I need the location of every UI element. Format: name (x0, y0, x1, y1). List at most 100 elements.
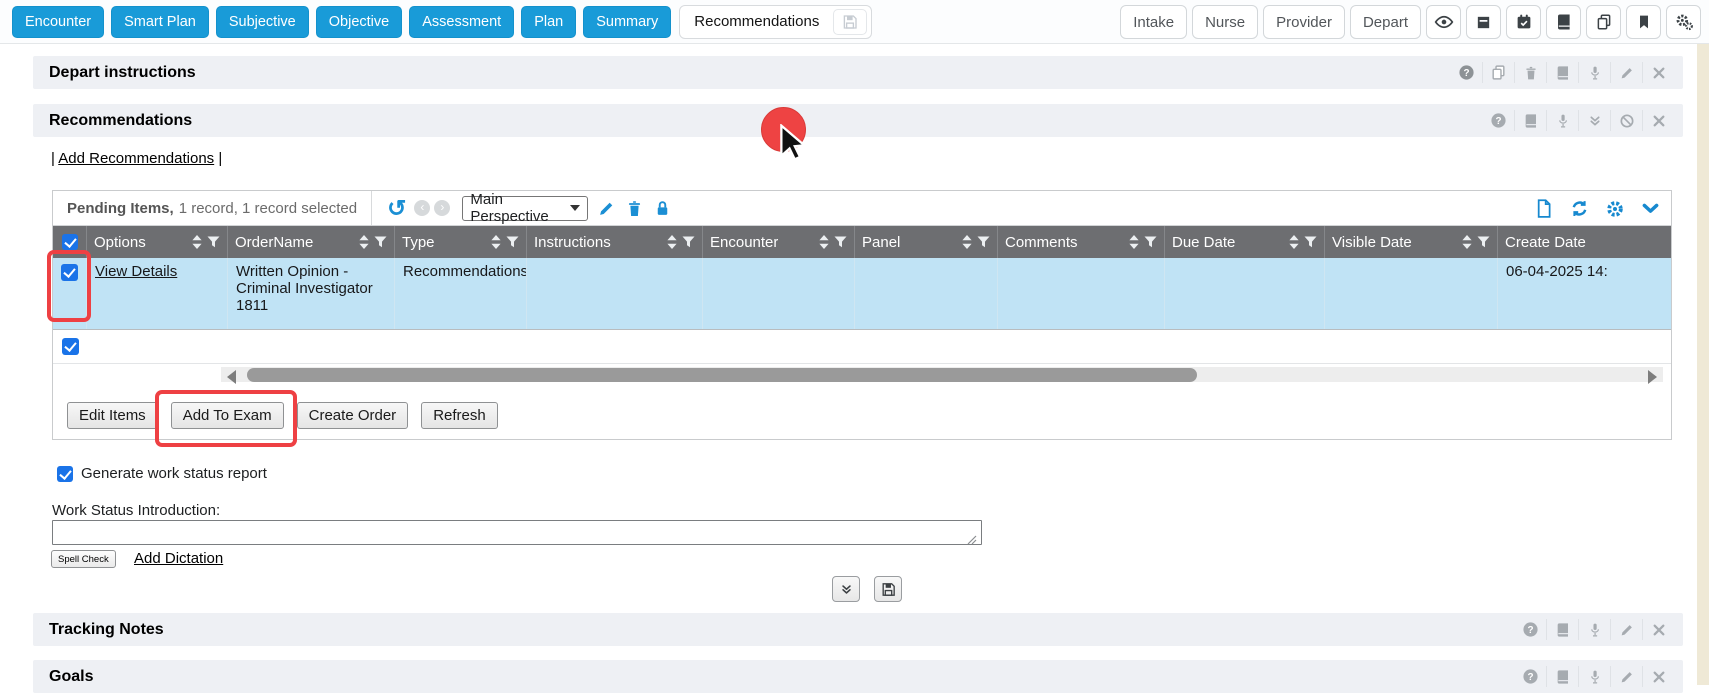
block-icon[interactable] (1610, 110, 1642, 131)
page-next-icon[interactable]: › (434, 200, 450, 216)
microphone-icon[interactable] (1578, 619, 1610, 640)
microphone-icon[interactable] (1578, 666, 1610, 687)
sort-icon[interactable] (1289, 235, 1299, 249)
intake-button[interactable]: Intake (1120, 5, 1187, 39)
lock-icon[interactable] (653, 199, 672, 218)
scroll-right-arrow-icon[interactable] (1648, 370, 1657, 384)
microphone-icon[interactable] (1546, 110, 1578, 131)
col-type[interactable]: Type (395, 226, 527, 258)
chevrons-down-icon[interactable] (1578, 110, 1610, 131)
tab-encounter[interactable]: Encounter (12, 6, 104, 38)
book-button[interactable] (1546, 5, 1581, 39)
gear-icon[interactable] (1605, 199, 1625, 219)
refresh-icon[interactable] (1569, 198, 1590, 219)
copy-icon[interactable] (1482, 62, 1514, 83)
filter-icon[interactable] (834, 236, 847, 248)
tab-objective[interactable]: Objective (316, 6, 402, 38)
bookmark-button[interactable] (1626, 5, 1661, 39)
trash-icon[interactable] (1514, 62, 1546, 83)
col-instructions[interactable]: Instructions (527, 226, 703, 258)
book-icon[interactable] (1546, 666, 1578, 687)
table-row[interactable]: View Details Written Opinion - Criminal … (53, 258, 1671, 330)
col-due-date[interactable]: Due Date (1165, 226, 1325, 258)
filter-icon[interactable] (977, 236, 990, 248)
scroll-left-arrow-icon[interactable] (227, 370, 236, 384)
refresh-button[interactable]: Refresh (421, 402, 498, 429)
sort-icon[interactable] (819, 235, 829, 249)
view-details-link[interactable]: View Details (95, 263, 177, 280)
perspective-select[interactable]: Main Perspective (462, 196, 588, 221)
calendar-button[interactable] (1506, 5, 1541, 39)
help-icon[interactable]: ? (1482, 110, 1514, 131)
scrollbar-track[interactable] (221, 367, 1663, 382)
provider-button[interactable]: Provider (1263, 5, 1345, 39)
eye-button[interactable] (1426, 5, 1461, 39)
save-tab-button[interactable] (833, 9, 867, 35)
pencil-icon[interactable] (1610, 62, 1642, 83)
help-icon[interactable]: ? (1514, 666, 1546, 687)
book-icon[interactable] (1546, 62, 1578, 83)
col-visible-date[interactable]: Visible Date (1325, 226, 1498, 258)
add-recommendations-link[interactable]: Add Recommendations (58, 150, 214, 167)
undo-icon[interactable]: ↺ (387, 198, 406, 218)
filter-icon[interactable] (207, 236, 220, 248)
help-icon[interactable]: ? (1450, 62, 1482, 83)
help-icon[interactable]: ? (1514, 619, 1546, 640)
sort-icon[interactable] (1462, 235, 1472, 249)
close-icon[interactable] (1642, 666, 1674, 687)
pencil-icon[interactable] (597, 199, 616, 218)
expand-more-button[interactable] (832, 576, 860, 602)
edit-items-button[interactable]: Edit Items (67, 402, 158, 429)
add-dictation-link[interactable]: Add Dictation (134, 550, 223, 567)
sort-icon[interactable] (962, 235, 972, 249)
tab-summary[interactable]: Summary (583, 6, 671, 38)
close-icon[interactable] (1642, 62, 1674, 83)
tab-plan[interactable]: Plan (521, 6, 576, 38)
save-button[interactable] (874, 576, 902, 602)
new-row-checkbox[interactable] (62, 338, 79, 355)
book-icon[interactable] (1546, 619, 1578, 640)
filter-icon[interactable] (1477, 236, 1490, 248)
work-status-intro-input[interactable] (52, 520, 982, 545)
close-icon[interactable] (1642, 110, 1674, 131)
spell-check-button[interactable]: Spell Check (51, 550, 116, 568)
col-options[interactable]: Options (87, 226, 228, 258)
nurse-button[interactable]: Nurse (1192, 5, 1258, 39)
col-create-date[interactable]: Create Date (1498, 226, 1671, 258)
depart-button[interactable]: Depart (1350, 5, 1421, 39)
sort-icon[interactable] (1129, 235, 1139, 249)
filter-icon[interactable] (1304, 236, 1317, 248)
microphone-icon[interactable] (1578, 62, 1610, 83)
pencil-icon[interactable] (1610, 666, 1642, 687)
tab-recommendations-active[interactable]: Recommendations (679, 5, 872, 39)
book-icon[interactable] (1514, 110, 1546, 131)
col-comments[interactable]: Comments (998, 226, 1165, 258)
col-panel[interactable]: Panel (855, 226, 998, 258)
close-icon[interactable] (1642, 619, 1674, 640)
sort-icon[interactable] (192, 235, 202, 249)
filter-icon[interactable] (682, 236, 695, 248)
tab-assessment[interactable]: Assessment (409, 6, 514, 38)
chevron-down-icon[interactable] (1640, 198, 1661, 219)
filter-icon[interactable] (506, 236, 519, 248)
settings-button[interactable] (1666, 5, 1701, 39)
filter-icon[interactable] (1144, 236, 1157, 248)
tab-subjective[interactable]: Subjective (216, 6, 309, 38)
sort-icon[interactable] (667, 235, 677, 249)
filter-icon[interactable] (374, 236, 387, 248)
new-document-icon[interactable] (1533, 198, 1554, 219)
sort-icon[interactable] (359, 235, 369, 249)
tab-smart-plan[interactable]: Smart Plan (111, 6, 209, 38)
generate-work-status-checkbox[interactable] (57, 466, 73, 482)
trash-icon[interactable] (625, 199, 644, 218)
col-ordername[interactable]: OrderName (228, 226, 395, 258)
col-encounter[interactable]: Encounter (703, 226, 855, 258)
pencil-icon[interactable] (1610, 619, 1642, 640)
copy-button[interactable] (1586, 5, 1621, 39)
create-order-button[interactable]: Create Order (297, 402, 409, 429)
select-all-checkbox[interactable] (62, 234, 78, 250)
sort-icon[interactable] (491, 235, 501, 249)
archive-button[interactable] (1466, 5, 1501, 39)
page-prev-icon[interactable]: ‹ (414, 200, 430, 216)
scrollbar-thumb[interactable] (247, 368, 1197, 382)
